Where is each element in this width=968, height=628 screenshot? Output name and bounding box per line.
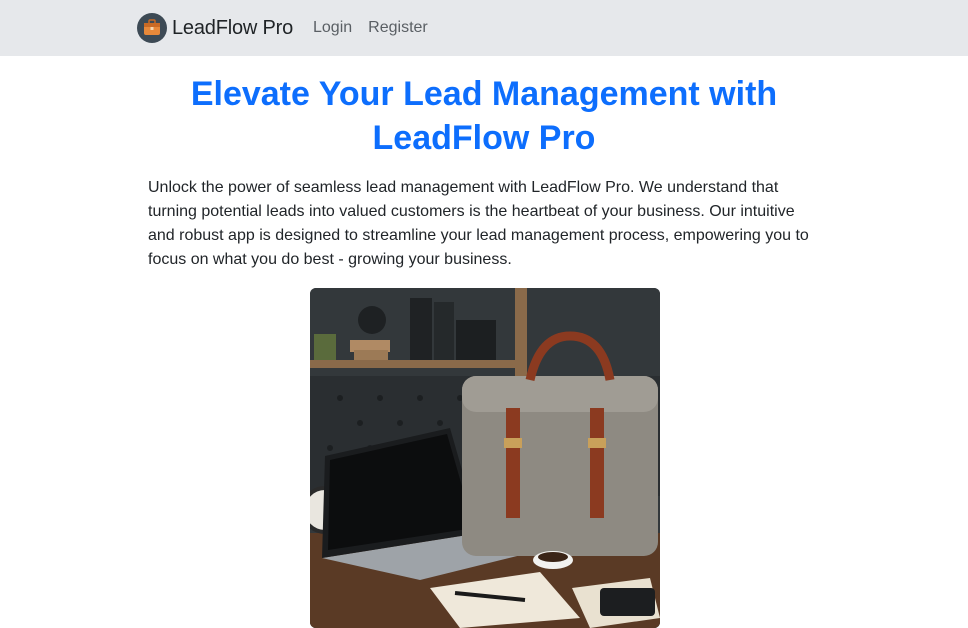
hero-description: Unlock the power of seamless lead manage… <box>148 179 809 268</box>
hero-title: Elevate Your Lead Management with LeadFl… <box>190 75 778 157</box>
top-navbar: LeadFlow Pro Login Register <box>0 0 968 56</box>
briefcase-logo-icon <box>137 13 167 43</box>
briefcase-laptop-desk-photo <box>310 288 660 628</box>
hero-image <box>310 288 660 628</box>
brand-name: LeadFlow Pro <box>172 16 293 39</box>
nav-links: Login Register <box>313 17 444 39</box>
brand-link[interactable]: LeadFlow Pro <box>137 13 293 43</box>
register-link[interactable]: Register <box>368 17 428 39</box>
login-link[interactable]: Login <box>313 17 352 39</box>
